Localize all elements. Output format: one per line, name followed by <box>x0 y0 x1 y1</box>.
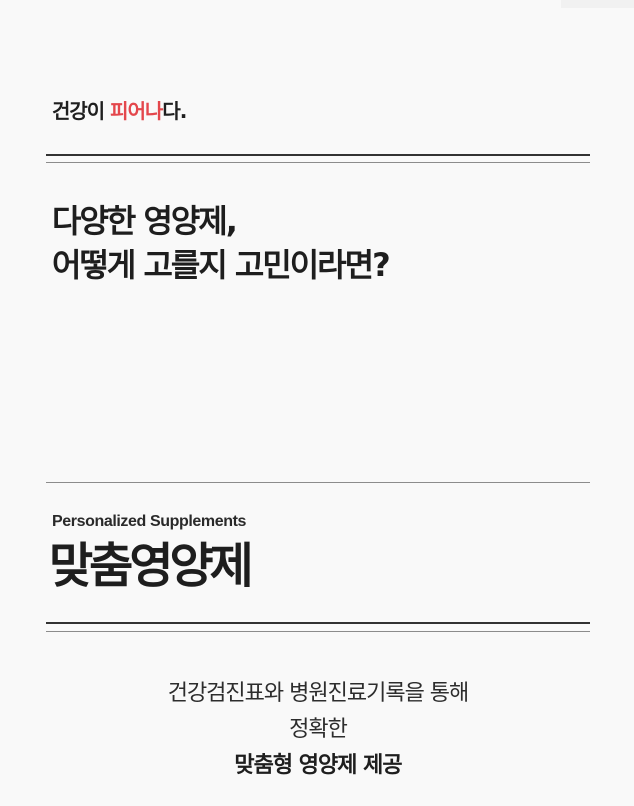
description-line-1: 건강검진표와 병원진료기록을 통해 <box>167 681 470 706</box>
bottom-divider-thick <box>46 622 590 624</box>
product-title: 맞춤영양제 <box>49 538 254 594</box>
description-line-3: 맞춤형 영양제 제공 <box>234 753 402 778</box>
brand-tagline-prefix: 건강이 <box>52 99 111 123</box>
description-line-2: 정확한 <box>289 717 348 742</box>
description: 건강검진표와 병원진료기록을 통해 정확한 맞춤형 영양제 제공 <box>46 676 590 784</box>
headline: 다양한 영양제, 어떻게 고를지 고민이라면? <box>52 199 391 287</box>
middle-divider <box>46 482 590 483</box>
brand-tagline-suffix: 다. <box>162 99 187 123</box>
brand-tagline-accent: 피어나 <box>110 99 163 123</box>
brand-tagline: 건강이 피어나다. <box>52 98 187 124</box>
bottom-divider-thin <box>46 631 590 632</box>
top-divider-thick <box>46 154 590 156</box>
top-divider-thin <box>46 162 590 163</box>
headline-line-1: 다양한 영양제, <box>52 202 238 240</box>
corner-tab <box>561 0 634 8</box>
product-eyebrow: Personalized Supplements <box>52 513 247 530</box>
headline-line-2: 어떻게 고를지 고민이라면? <box>52 246 391 284</box>
